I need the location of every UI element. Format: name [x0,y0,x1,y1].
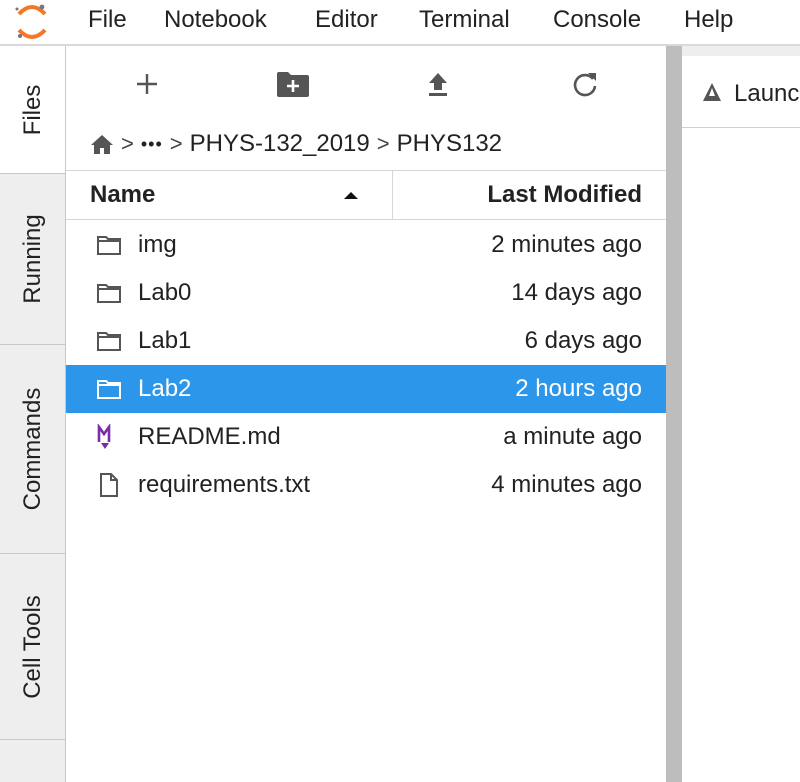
breadcrumb-ellipsis[interactable]: ••• [141,134,163,155]
file-row-lab1[interactable]: Lab1 6 days ago [66,317,666,365]
markdown-icon [97,424,111,449]
main-dock-area: Launc [682,46,800,782]
menu-console[interactable]: Console [553,6,641,34]
menu-notebook[interactable]: Notebook [164,6,267,34]
file-name: README.md [138,423,281,450]
menu-terminal[interactable]: Terminal [419,6,510,34]
file-name: Lab2 [138,375,192,402]
launcher-icon [703,83,721,101]
tab-cell-tools[interactable]: Cell Tools [0,554,65,740]
file-browser: > ••• > PHYS-132_2019 > PHYS132 Name Las… [66,46,666,782]
tab-launcher-label: Launc [734,80,800,107]
file-modified: a minute ago [503,423,642,450]
folder-icon [97,236,121,255]
name-column-label: Name [90,181,156,208]
breadcrumb: > ••• > PHYS-132_2019 > PHYS132 [90,128,502,160]
new-folder-button[interactable] [271,66,315,102]
new-folder-icon [277,72,309,97]
tab-commands-label: Commands [18,387,46,511]
refresh-button[interactable] [563,66,607,102]
tab-commands[interactable]: Commands [0,345,65,554]
folder-icon [97,380,121,399]
main-content [682,128,800,782]
jupyter-logo[interactable] [14,2,50,42]
new-launcher-button[interactable] [125,66,169,102]
menu-file[interactable]: File [88,6,127,34]
file-row-requirements[interactable]: requirements.txt 4 minutes ago [66,461,666,509]
file-modified: 4 minutes ago [491,471,642,498]
tab-cell-tools-label: Cell Tools [18,594,46,699]
file-modified: 14 days ago [511,279,642,306]
file-modified: 2 minutes ago [491,231,642,258]
breadcrumb-separator: > [376,131,390,156]
file-name: Lab1 [138,327,192,354]
file-row-img[interactable]: img 2 minutes ago [66,221,666,269]
tab-more[interactable] [0,740,65,782]
left-sidebar-tabs: Files Running Commands Cell Tools [0,46,66,782]
breadcrumb-separator: > [121,131,134,156]
breadcrumb-separator: > [169,131,183,156]
file-name: requirements.txt [138,471,311,498]
folder-icon [97,332,121,351]
menu-editor[interactable]: Editor [315,6,378,34]
breadcrumb-phys-132-2019[interactable]: PHYS-132_2019 [190,130,370,158]
menu-bar: File Notebook Editor Terminal Console He… [0,0,800,46]
tab-running-label: Running [18,214,46,304]
tab-files-label: Files [18,84,46,135]
file-name: img [138,231,177,258]
menu-help[interactable]: Help [684,6,733,34]
tab-running[interactable]: Running [0,174,65,345]
folder-icon [97,284,121,303]
last-modified-column-header[interactable]: Last Modified [393,171,666,219]
refresh-icon [573,73,597,97]
panel-splitter[interactable] [666,46,682,782]
file-row-readme[interactable]: README.md a minute ago [66,413,666,461]
tab-files[interactable]: Files [0,46,65,174]
file-name: Lab0 [138,279,192,306]
tab-launcher[interactable]: Launc [682,56,800,128]
file-list-header: Name Last Modified [66,170,666,220]
file-modified: 2 hours ago [515,375,642,402]
file-modified: 6 days ago [524,327,642,354]
sort-ascending-icon [344,192,358,199]
upload-icon [429,73,447,96]
name-column-header[interactable]: Name [66,171,393,219]
home-icon[interactable] [90,133,114,155]
last-modified-column-label: Last Modified [487,181,642,208]
file-row-lab2[interactable]: Lab2 2 hours ago [66,365,666,413]
plus-icon [137,74,157,94]
upload-button[interactable] [416,66,460,102]
breadcrumb-phys132[interactable]: PHYS132 [397,130,502,158]
file-row-lab0[interactable]: Lab0 14 days ago [66,269,666,317]
file-icon [100,473,118,497]
